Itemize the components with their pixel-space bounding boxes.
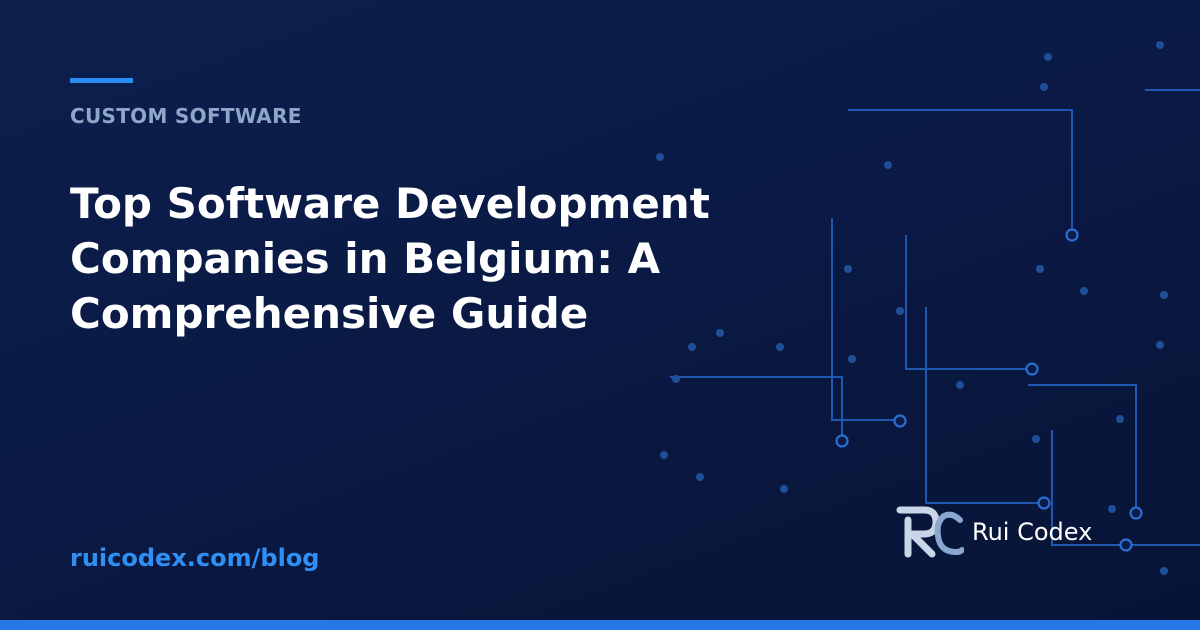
rc-monogram-icon	[896, 506, 964, 558]
brand-name: Rui Codex	[972, 518, 1093, 546]
bottom-accent-bar	[0, 620, 1200, 630]
brand-logo: Rui Codex	[896, 506, 1092, 558]
